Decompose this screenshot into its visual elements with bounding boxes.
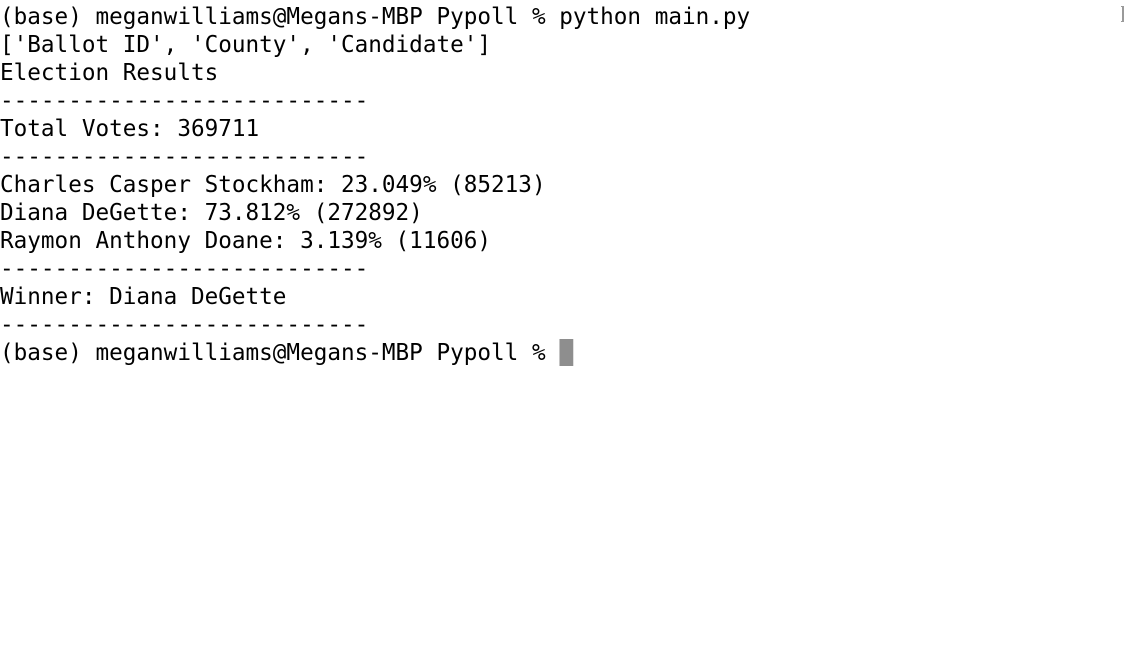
terminal-line-divider: --------------------------- <box>0 256 369 282</box>
terminal-line-divider: --------------------------- <box>0 144 369 170</box>
terminal-window[interactable]: (base) meganwilliams@Megans-MBP Pypoll %… <box>0 0 1128 662</box>
terminal-line-title: Election Results <box>0 60 219 86</box>
terminal-line-candidate: Diana DeGette: 73.812% (272892) <box>0 200 423 226</box>
terminal-line-candidate: Charles Casper Stockham: 23.049% (85213) <box>0 172 546 198</box>
terminal-line-command: (base) meganwilliams@Megans-MBP Pypoll %… <box>0 4 751 30</box>
terminal-prompt: (base) meganwilliams@Megans-MBP Pypoll % <box>0 340 560 366</box>
terminal-output: (base) meganwilliams@Megans-MBP Pypoll %… <box>0 3 1111 367</box>
terminal-prompt-line[interactable]: (base) meganwilliams@Megans-MBP Pypoll % <box>0 339 1111 367</box>
text-cursor <box>559 339 574 366</box>
scroll-marker-icon <box>1121 6 1124 22</box>
terminal-line-winner: Winner: Diana DeGette <box>0 284 287 310</box>
terminal-line-total-votes: Total Votes: 369711 <box>0 116 260 142</box>
terminal-line-header-list: ['Ballot ID', 'County', 'Candidate'] <box>0 32 492 58</box>
terminal-line-divider: --------------------------- <box>0 312 369 338</box>
terminal-line-divider: --------------------------- <box>0 88 369 114</box>
terminal-line-candidate: Raymon Anthony Doane: 3.139% (11606) <box>0 228 492 254</box>
